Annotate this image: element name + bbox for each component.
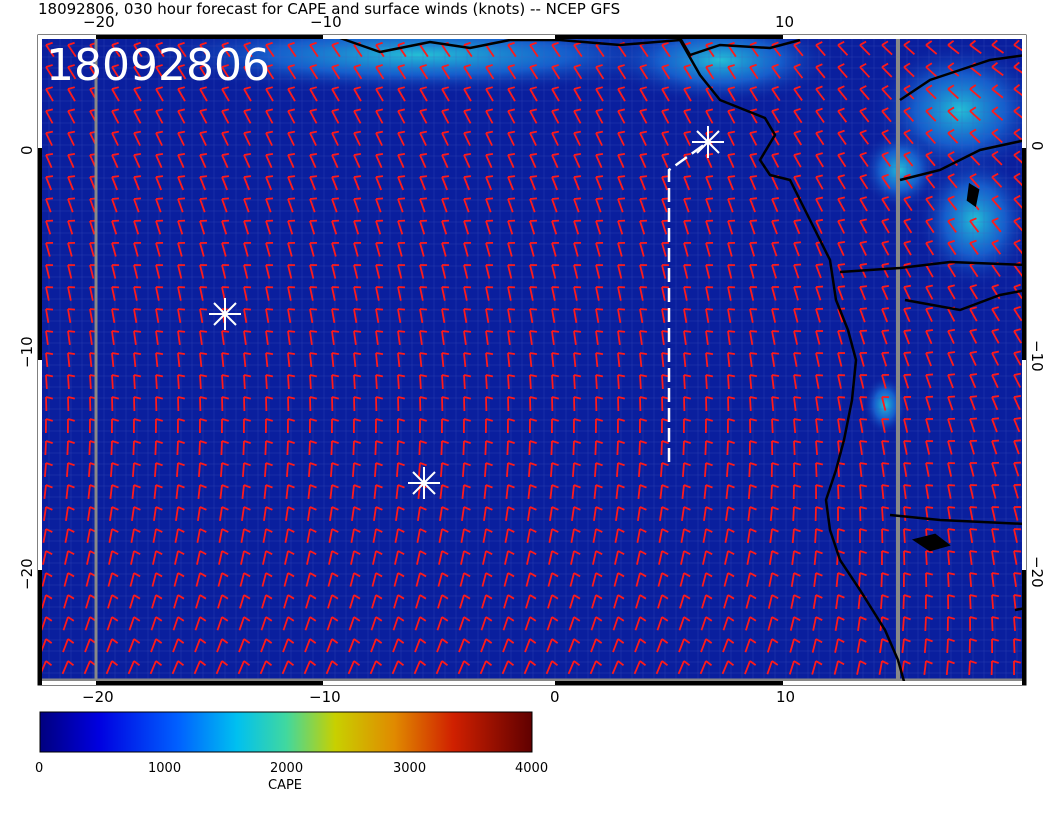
- x-top-tick-3: 10: [775, 13, 794, 31]
- frame-band: [96, 35, 323, 39]
- colorbar-tick-4000: 4000: [515, 761, 548, 776]
- frame-band: [323, 681, 555, 685]
- frame-band: [38, 570, 42, 685]
- x-bottom-tick-3: 0: [550, 688, 560, 706]
- frame-band: [38, 35, 96, 39]
- y-right-tick-2: −10: [1028, 340, 1046, 372]
- x-bottom-tick-1: −20: [82, 688, 114, 706]
- frame-band: [555, 35, 783, 39]
- frame-band: [555, 681, 783, 685]
- colorbar: 0 1000 2000 3000 4000 CAPE: [35, 711, 548, 793]
- frame-band: [38, 681, 96, 685]
- colorbar-tick-3000: 3000: [393, 761, 426, 776]
- y-left-tick-3: −20: [18, 558, 36, 590]
- x-bottom-tick-4: 10: [776, 688, 795, 706]
- x-top-tick-2: −10: [310, 13, 342, 31]
- y-right-tick-3: −20: [1028, 556, 1046, 588]
- colorbar-label: CAPE: [268, 778, 302, 793]
- y-left-tick-2: −10: [18, 336, 36, 368]
- frame-band: [38, 35, 42, 148]
- date-stamp: 18092806: [46, 40, 270, 91]
- lake-east: [966, 182, 980, 208]
- frame-band: [1022, 360, 1026, 570]
- map-panel: 18092806: [37, 34, 1027, 686]
- frame-band: [1022, 35, 1026, 148]
- cape-wind-map-figure: 18092806, 030 hour forecast for CAPE and…: [18, 0, 1046, 793]
- colorbar-gradient: [39, 711, 533, 753]
- colorbar-tick-0: 0: [35, 761, 43, 776]
- frame-band: [783, 681, 1026, 685]
- y-left-tick-1: 0: [18, 145, 36, 155]
- frame-band: [38, 148, 42, 360]
- x-bottom-tick-2: −10: [309, 688, 341, 706]
- frame-band: [1022, 570, 1026, 685]
- frame-band: [38, 360, 42, 570]
- colorbar-tick-2000: 2000: [270, 761, 303, 776]
- frame-band: [96, 681, 323, 685]
- frame-band: [783, 35, 1026, 39]
- frame-band: [1022, 148, 1026, 360]
- x-top-tick-1: −20: [83, 13, 115, 31]
- colorbar-tick-1000: 1000: [148, 761, 181, 776]
- frame-band: [323, 35, 555, 39]
- y-right-tick-1: 0: [1028, 141, 1046, 151]
